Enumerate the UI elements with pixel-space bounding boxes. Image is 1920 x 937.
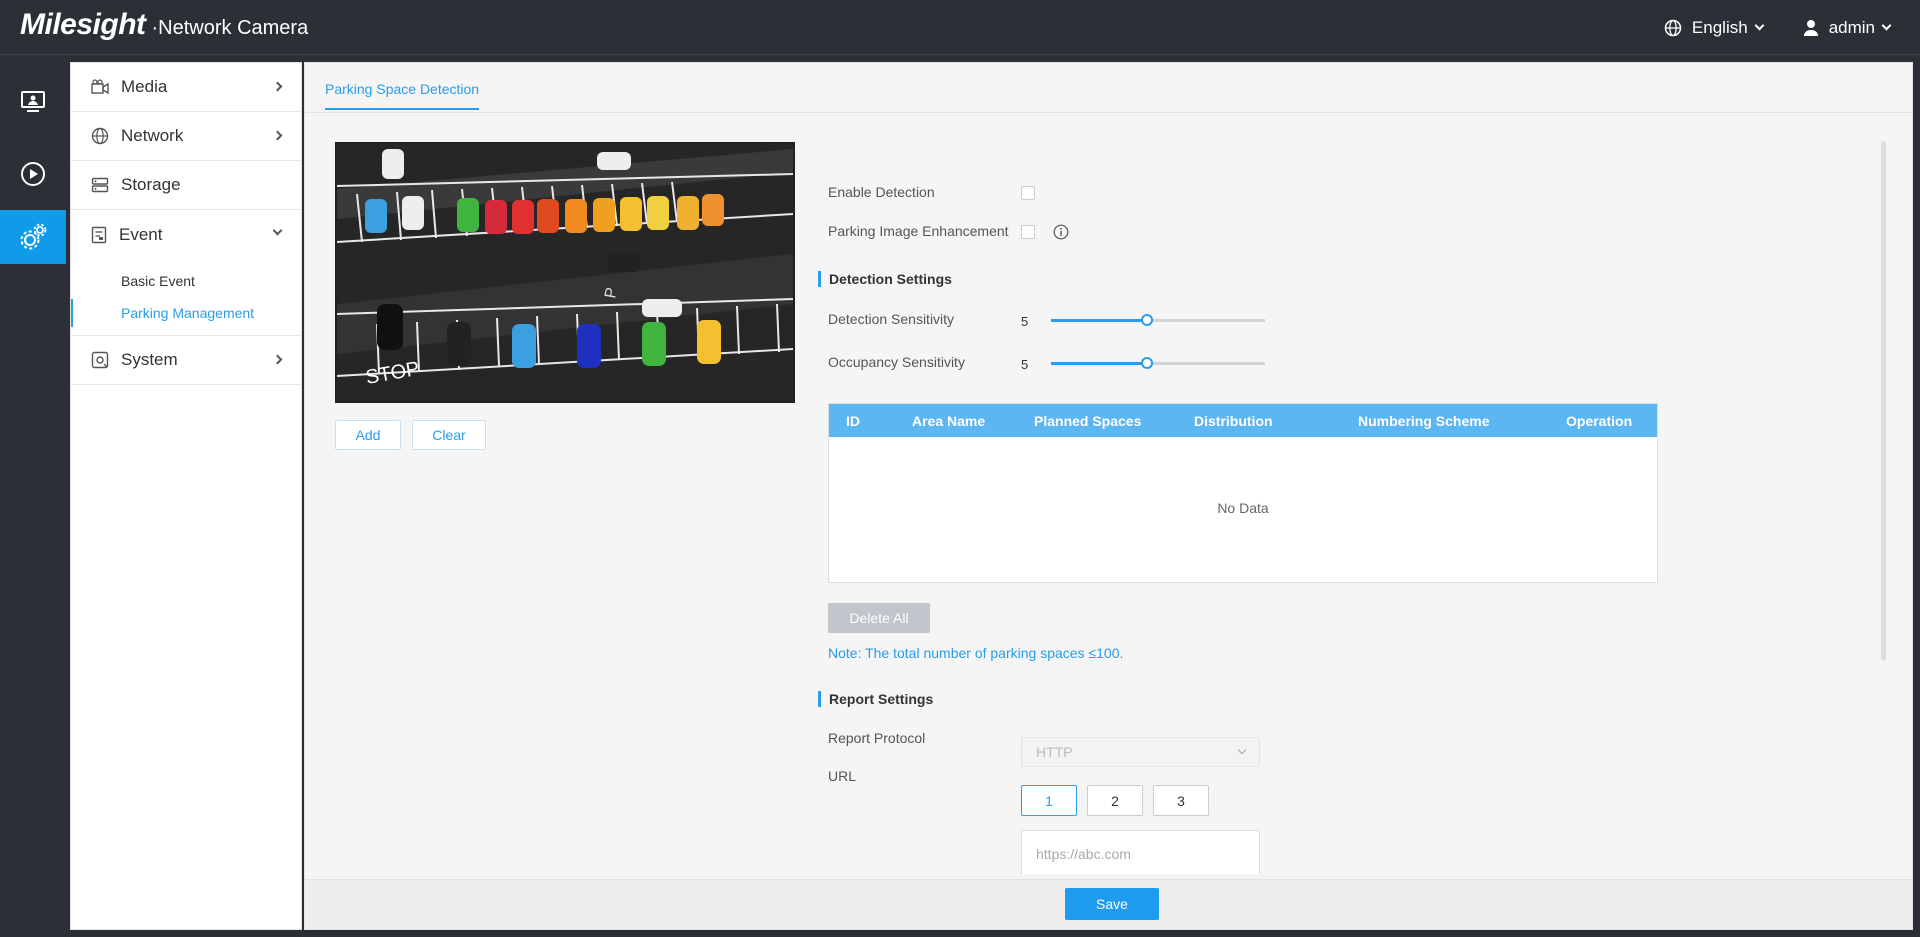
report-protocol-label: Report Protocol [828, 730, 926, 746]
url-button-3[interactable]: 3 [1153, 785, 1209, 816]
settings-content: STOP P Add Clear Enable Detection Parkin… [305, 114, 1914, 874]
save-button[interactable]: Save [1065, 888, 1159, 920]
occupancy-sensitivity-slider[interactable] [1051, 357, 1265, 369]
empty-table-message: No Data [1217, 500, 1269, 516]
report-protocol-select[interactable]: HTTP [1021, 737, 1260, 767]
enable-detection-checkbox[interactable] [1021, 186, 1035, 200]
sidebar-item-network[interactable]: Network [71, 112, 301, 161]
settings-icon [20, 223, 47, 250]
table-header: ID Area Name Planned Spaces Distribution… [829, 404, 1657, 437]
occupancy-sensitivity-value: 5 [1021, 357, 1029, 372]
chevron-right-icon [272, 354, 283, 365]
url-button-2[interactable]: 2 [1087, 785, 1143, 816]
user-icon [1803, 19, 1818, 36]
detection-sensitivity-slider[interactable] [1051, 314, 1265, 326]
parking-limit-note: Note: The total number of parking spaces… [828, 645, 1124, 661]
column-header-numbering-scheme: Numbering Scheme [1358, 413, 1490, 429]
brand: Milesight ·Network Camera [20, 8, 308, 42]
parking-enhancement-label: Parking Image Enhancement [828, 223, 1009, 239]
tab-parking-space-detection[interactable]: Parking Space Detection [325, 81, 480, 110]
add-button[interactable]: Add [335, 420, 401, 450]
language-selector[interactable]: English [1664, 17, 1765, 38]
detection-settings-title: Detection Settings [818, 271, 952, 287]
clear-button[interactable]: Clear [412, 420, 486, 450]
column-header-planned-spaces: Planned Spaces [1034, 413, 1142, 429]
slider-handle[interactable] [1141, 357, 1154, 369]
main-panel: Parking Space Detection STOP P Add Clear… [304, 62, 1913, 930]
sidebar-item-label: Media [121, 77, 168, 96]
detection-sensitivity-value: 5 [1021, 314, 1029, 329]
occupancy-sensitivity-label: Occupancy Sensitivity [828, 354, 965, 370]
product-name: ·Network Camera [151, 17, 309, 39]
camera-preview[interactable]: STOP P [335, 142, 795, 403]
event-submenu: Basic Event Parking Management [71, 259, 301, 336]
vertical-scrollbar[interactable] [1881, 141, 1886, 661]
sidebar-item-label: Storage [121, 175, 181, 194]
column-header-distribution: Distribution [1194, 413, 1273, 429]
url-label: URL [828, 768, 857, 784]
live-view-icon [21, 91, 45, 112]
live-view-button[interactable] [0, 66, 66, 138]
chevron-right-icon [272, 130, 283, 141]
detection-sensitivity-label: Detection Sensitivity [828, 311, 955, 327]
chevron-down-icon [1754, 20, 1765, 31]
parking-area-table: ID Area Name Planned Spaces Distribution… [828, 403, 1658, 583]
storage-icon [91, 177, 109, 193]
parking-enhancement-checkbox[interactable] [1021, 225, 1035, 239]
slider-handle[interactable] [1141, 314, 1154, 326]
language-label: English [1691, 17, 1748, 37]
chevron-down-icon [1237, 745, 1247, 755]
chevron-down-icon [1881, 20, 1892, 31]
delete-all-button[interactable]: Delete All [828, 603, 930, 633]
slider-fill [1051, 362, 1148, 365]
top-bar: Milesight ·Network Camera English admin [0, 0, 1920, 55]
user-menu[interactable]: admin [1803, 17, 1892, 38]
event-icon [91, 226, 107, 243]
playback-icon [21, 162, 45, 186]
tab-bar: Parking Space Detection [305, 63, 1912, 113]
report-protocol-value: HTTP [1036, 744, 1073, 760]
sidebar-item-storage[interactable]: Storage [71, 161, 301, 210]
footer-bar: Save [305, 879, 1912, 929]
sidebar-item-label: System [121, 350, 178, 369]
chevron-right-icon [272, 81, 283, 92]
sidebar-menu: Media Network Storage Event Basic Event … [70, 62, 302, 930]
parking-lot-image: STOP P [337, 144, 793, 401]
enable-detection-label: Enable Detection [828, 184, 935, 200]
column-header-operation: Operation [1566, 413, 1633, 429]
sidebar-item-label: Network [121, 126, 184, 145]
info-icon[interactable] [1053, 224, 1069, 240]
milesight-logo: Milesight [20, 8, 146, 41]
playback-button[interactable] [0, 138, 66, 210]
chevron-down-icon [272, 225, 283, 236]
sidebar-item-system[interactable]: System [71, 336, 301, 385]
system-icon [91, 351, 109, 369]
report-settings-title: Report Settings [818, 691, 933, 707]
sidebar-item-media[interactable]: Media [71, 63, 301, 112]
icon-rail [0, 56, 66, 937]
user-label: admin [1828, 17, 1875, 37]
sidebar-subitem-basic-event[interactable]: Basic Event [71, 265, 301, 297]
slider-fill [1051, 319, 1148, 322]
url-input[interactable]: https://abc.com [1021, 830, 1260, 874]
media-icon [91, 79, 109, 95]
sidebar-item-label: Event [119, 224, 163, 244]
globe-icon [1664, 19, 1682, 36]
column-header-area-name: Area Name [912, 413, 986, 429]
globe-icon [91, 127, 109, 145]
settings-button[interactable] [0, 210, 66, 264]
sidebar-subitem-parking-management[interactable]: Parking Management [71, 297, 301, 329]
url-button-1[interactable]: 1 [1021, 785, 1077, 816]
sidebar-item-event[interactable]: Event [71, 210, 301, 259]
column-header-id: ID [846, 413, 860, 429]
